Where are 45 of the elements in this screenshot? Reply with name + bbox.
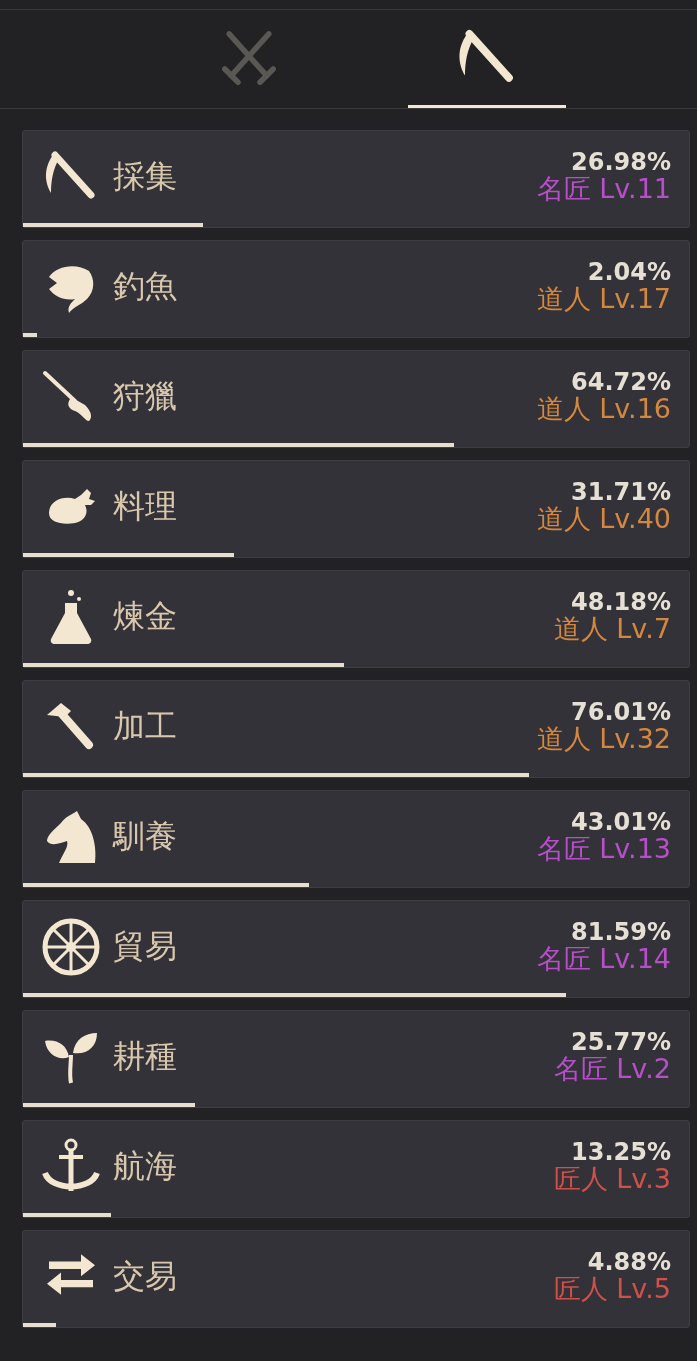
rank-level: 道人 Lv.32 [536,725,671,754]
rank-level: 道人 Lv.16 [536,395,671,424]
skill-card[interactable]: 狩獵 64.72% 道人 Lv.16 [22,350,690,448]
rank-level: 匠人 Lv.3 [553,1165,671,1194]
skill-name: 交易 [113,1256,177,1297]
progress-percent: 81.59% [571,920,671,946]
skill-name: 狩獵 [113,376,177,417]
skill-card[interactable]: 採集 26.98% 名匠 Lv.11 [22,130,690,228]
skill-name: 煉金 [113,596,177,637]
wheel-icon [41,917,101,977]
skill-card[interactable]: 料理 31.71% 道人 Lv.40 [22,460,690,558]
skill-card[interactable]: 釣魚 2.04% 道人 Lv.17 [22,240,690,338]
rank-level: 匠人 Lv.5 [553,1275,671,1304]
skill-name: 採集 [113,156,177,197]
progress-percent: 25.77% [571,1030,671,1056]
rank-level: 名匠 Lv.13 [536,835,671,864]
rank-level: 名匠 Lv.2 [553,1055,671,1084]
skill-card[interactable]: 煉金 48.18% 道人 Lv.7 [22,570,690,668]
progress-percent: 4.88% [587,1250,671,1276]
progress-percent: 43.01% [571,810,671,836]
progress-percent: 2.04% [587,260,671,286]
progress-percent: 76.01% [571,700,671,726]
progress-percent: 48.18% [571,590,671,616]
skill-name: 料理 [113,486,177,527]
progress-percent: 13.25% [571,1140,671,1166]
skill-name: 加工 [113,706,177,747]
skill-name: 耕種 [113,1036,177,1077]
skill-name: 釣魚 [113,266,177,307]
skill-card[interactable]: 航海 13.25% 匠人 Lv.3 [22,1120,690,1218]
skill-card[interactable]: 貿易 81.59% 名匠 Lv.14 [22,900,690,998]
progress-percent: 26.98% [571,150,671,176]
skill-card[interactable]: 加工 76.01% 道人 Lv.32 [22,680,690,778]
rank-level: 名匠 Lv.14 [536,945,671,974]
progress-percent: 64.72% [571,370,671,396]
rank-level: 名匠 Lv.11 [536,175,671,204]
skill-name: 貿易 [113,926,177,967]
rank-level: 道人 Lv.40 [536,505,671,534]
skill-card[interactable]: 馴養 43.01% 名匠 Lv.13 [22,790,690,888]
skill-name: 馴養 [113,816,177,857]
progress-percent: 31.71% [571,480,671,506]
skill-card[interactable]: 交易 4.88% 匠人 Lv.5 [22,1230,690,1328]
rank-level: 道人 Lv.17 [536,285,671,314]
skill-card[interactable]: 耕種 25.77% 名匠 Lv.2 [22,1010,690,1108]
skill-name: 航海 [113,1146,177,1187]
rank-level: 道人 Lv.7 [553,615,671,644]
